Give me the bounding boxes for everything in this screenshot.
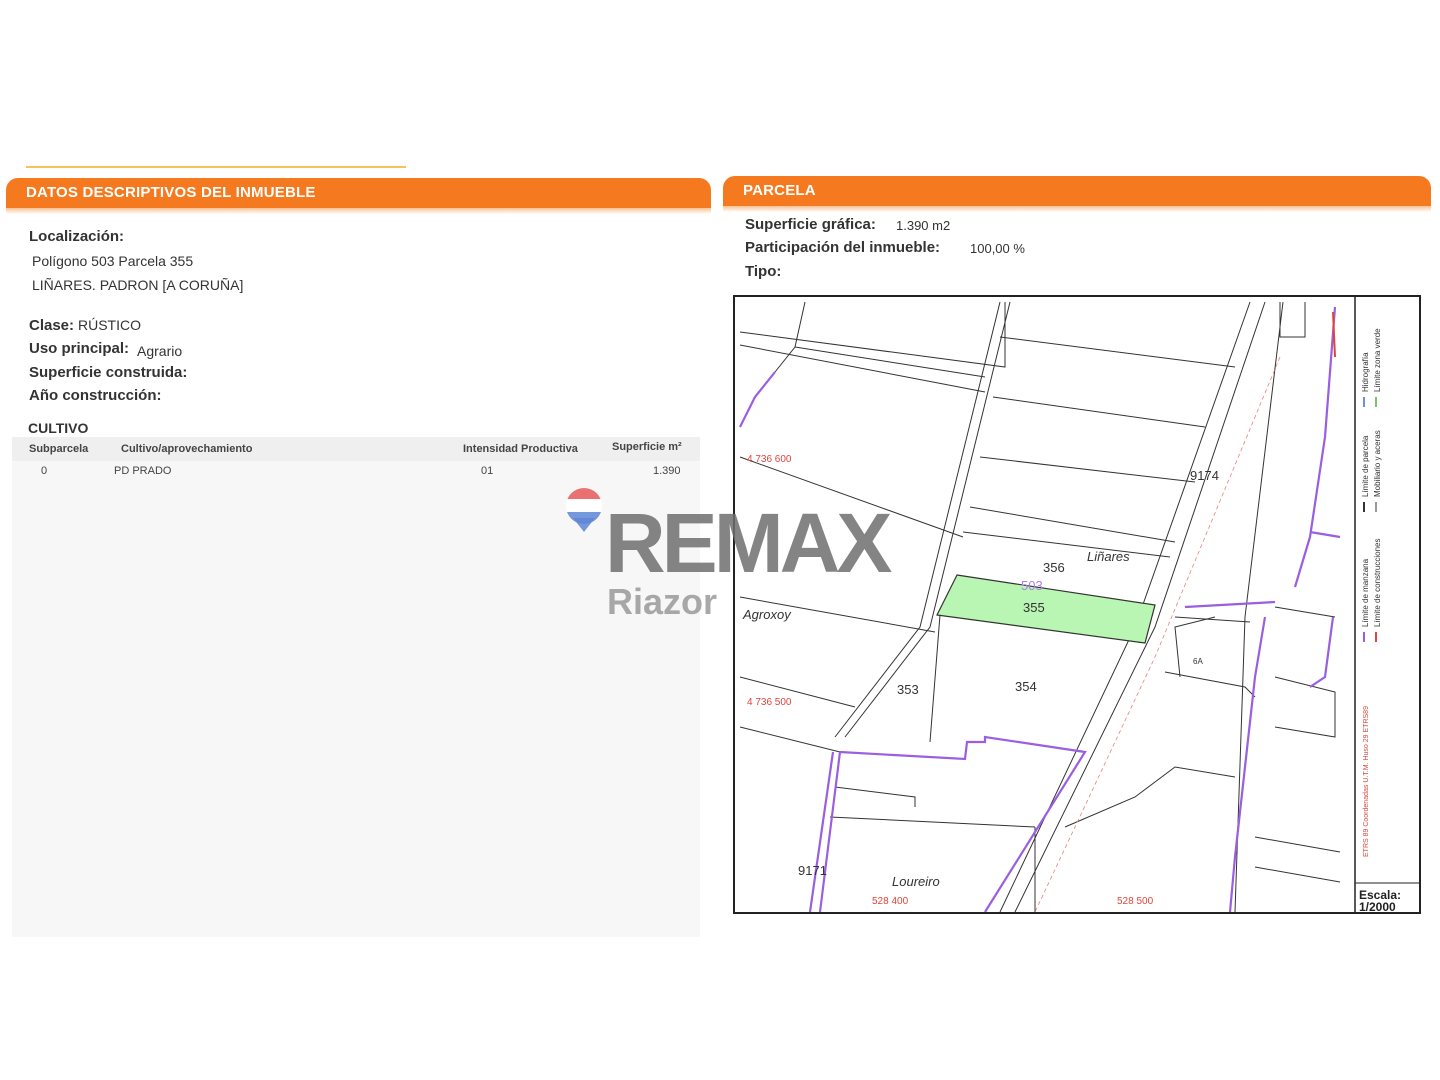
col-cultivo: Cultivo/aprovechamiento	[121, 443, 253, 455]
svg-text:Límite de parcela: Límite de parcela	[1361, 435, 1370, 497]
svg-text:Loureiro: Loureiro	[892, 874, 940, 889]
use-value: Agrario	[137, 343, 183, 359]
scale-value: 1/2000	[1359, 900, 1396, 914]
remax-brand: REMAX	[605, 496, 892, 590]
cell-cultivo: PD PRADO	[114, 465, 172, 477]
svg-text:6A: 6A	[1193, 657, 1203, 666]
svg-text:Mobiliario y aceras: Mobiliario y aceras	[1373, 430, 1382, 497]
svg-text:353: 353	[897, 682, 919, 697]
svg-text:356: 356	[1043, 560, 1065, 575]
type-label: Tipo:	[745, 263, 782, 280]
cell-superficie: 1.390	[653, 465, 681, 477]
cell-subparcela: 0	[41, 465, 48, 477]
col-subparcela: Subparcela	[29, 443, 89, 455]
location-label: Localización:	[29, 228, 125, 245]
graphic-area-label: Superficie gráfica:	[745, 216, 876, 233]
location-line-2: LIÑARES. PADRON [A CORUÑA]	[32, 277, 244, 293]
coord-north-2: 4 736 500	[747, 697, 792, 708]
location-line-1: Polígono 503 Parcela 355	[32, 253, 194, 269]
svg-text:355: 355	[1023, 600, 1045, 615]
svg-text:Límite de manzana: Límite de manzana	[1361, 558, 1370, 627]
graphic-area-value: 1.390 m2	[896, 218, 951, 233]
col-superficie: Superficie m²	[612, 441, 682, 453]
class-value: RÚSTICO	[78, 317, 141, 333]
coord-north-1: 4 736 600	[747, 454, 792, 465]
svg-text:9174: 9174	[1190, 468, 1219, 483]
remax-watermark: REMAX Riazor	[565, 486, 905, 631]
participation-value: 100,00 %	[970, 241, 1025, 256]
svg-text:503: 503	[1021, 578, 1043, 593]
coord-east-1: 528 400	[872, 896, 909, 907]
top-rule	[26, 166, 406, 168]
use-label: Uso principal:	[29, 340, 130, 357]
svg-text:Hidrografía: Hidrografía	[1361, 352, 1370, 392]
remax-office: Riazor	[607, 581, 718, 622]
svg-text:354: 354	[1015, 679, 1037, 694]
crop-title: CULTIVO	[28, 420, 89, 436]
parcel-header: PARCELA	[723, 176, 1431, 212]
svg-text:Límite de construcciones: Límite de construcciones	[1373, 539, 1382, 628]
construction-year-label: Año construcción:	[29, 387, 162, 404]
crop-table-header-row	[12, 437, 700, 461]
cell-intensidad: 01	[481, 465, 494, 477]
participation-label: Participación del inmueble:	[745, 239, 941, 256]
svg-text:ETRS 89 Coordenadas U.T.M. Hus: ETRS 89 Coordenadas U.T.M. Huso 29 ETRS8…	[1363, 706, 1370, 857]
descriptive-data-header: DATOS DESCRIPTIVOS DEL INMUEBLE	[6, 178, 711, 214]
class-label: Clase:	[29, 317, 75, 334]
parcel-355-highlight	[936, 574, 1156, 644]
coord-east-2: 528 500	[1117, 896, 1154, 907]
svg-text:9171: 9171	[798, 863, 827, 878]
col-intensidad: Intensidad Productiva	[463, 443, 578, 455]
svg-text:Límite zona verde: Límite zona verde	[1373, 328, 1382, 392]
built-area-label: Superficie construida:	[29, 364, 188, 381]
svg-text:Liñares: Liñares	[1087, 549, 1130, 564]
